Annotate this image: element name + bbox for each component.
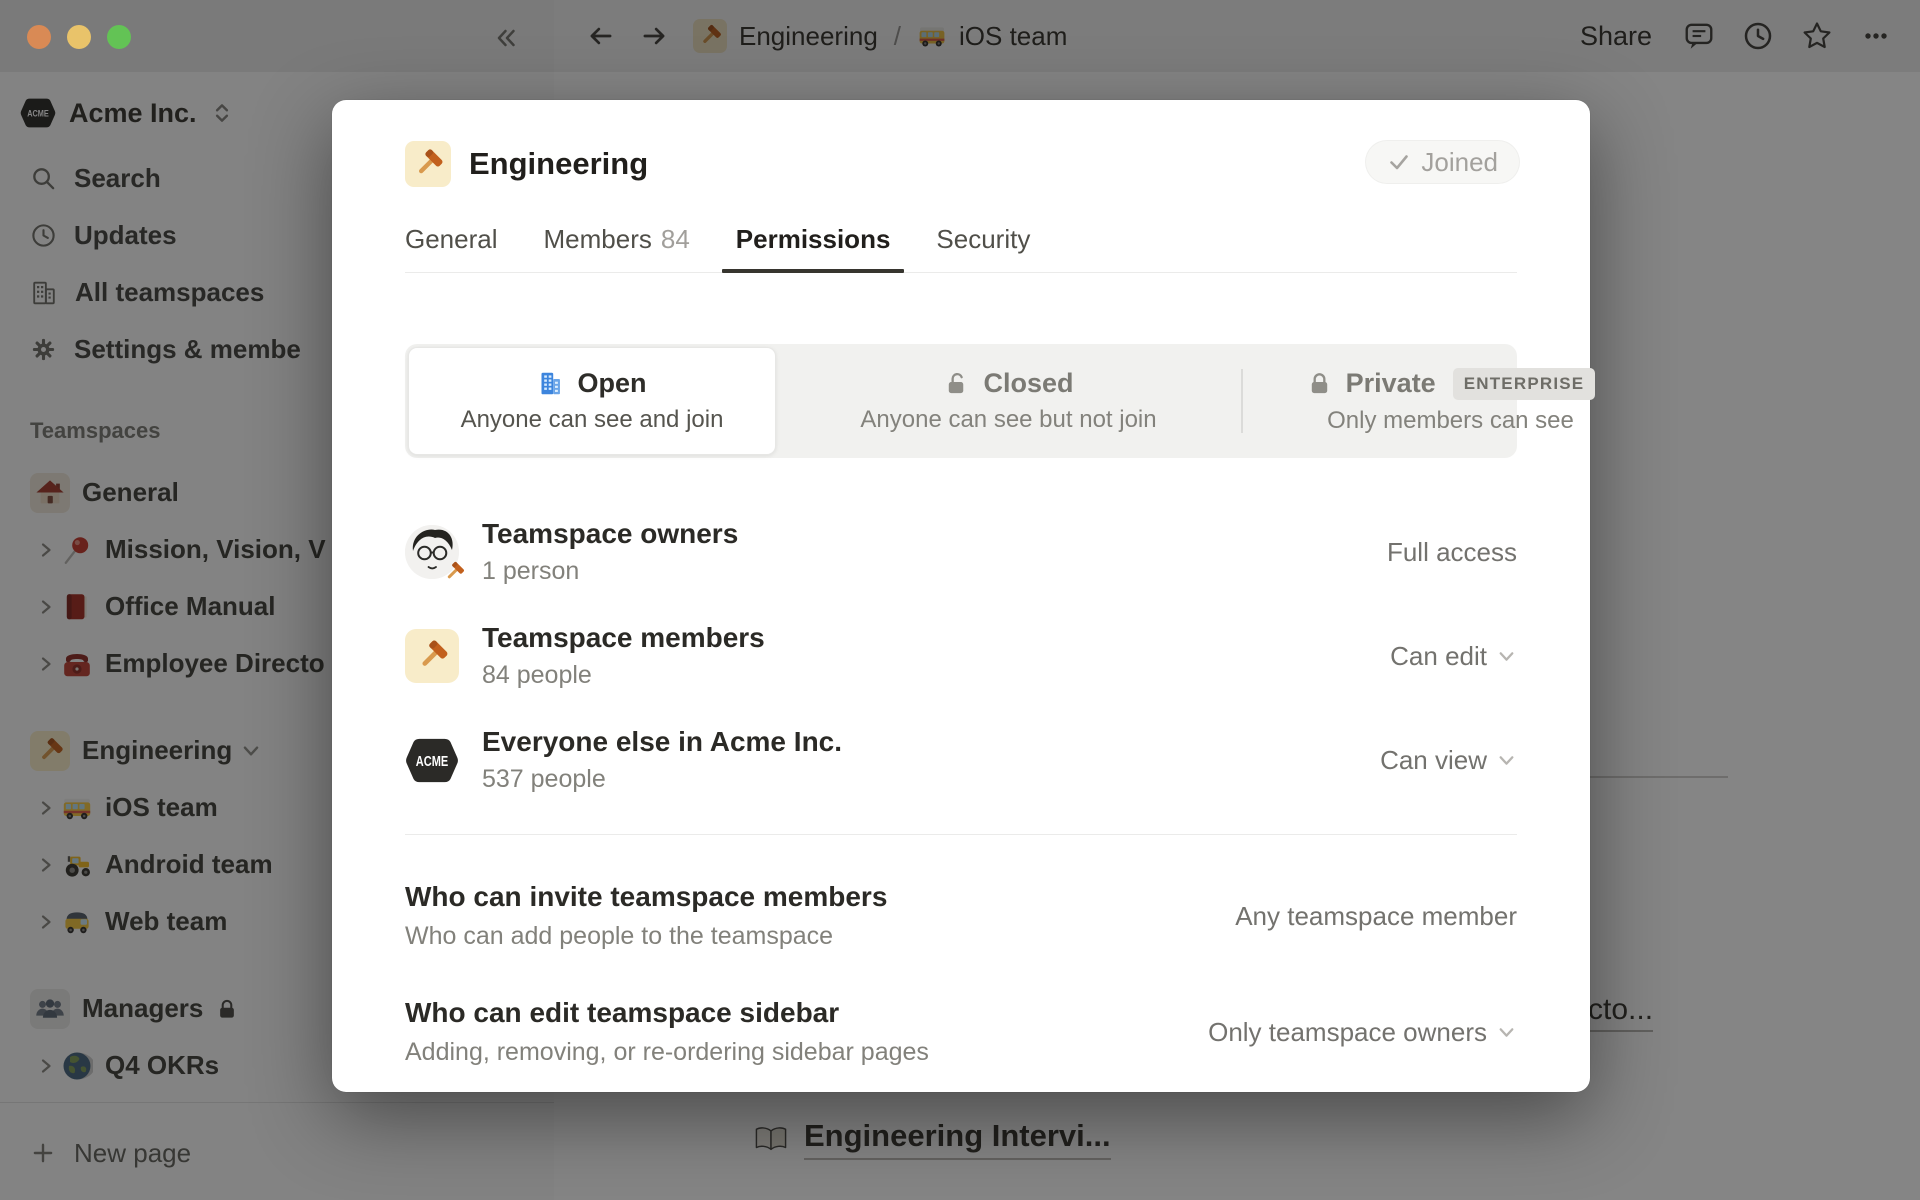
modal-tabs: General Members84 Permissions Security — [405, 224, 1517, 273]
acme-logo-icon — [405, 737, 459, 784]
lock-icon — [1306, 370, 1333, 397]
access-option-desc: Only members can see — [1327, 407, 1574, 435]
minimize-window-button[interactable] — [67, 25, 91, 49]
group-row-owners: Teamspace owners 1 person Full access — [405, 500, 1517, 604]
edit-sidebar-permission-dropdown[interactable]: Only teamspace owners — [1208, 1017, 1517, 1048]
members-count: 84 — [661, 224, 690, 255]
owners-access-level: Full access — [1387, 537, 1517, 568]
access-option-desc: Anyone can see but not join — [860, 406, 1156, 434]
members-access-dropdown[interactable]: Can edit — [1390, 641, 1517, 672]
chevron-down-icon — [1496, 1022, 1517, 1043]
setting-subtitle: Adding, removing, or re-ordering sidebar… — [405, 1038, 929, 1067]
access-option-open[interactable]: Open Anyone can see and join — [408, 347, 776, 455]
check-icon — [1387, 150, 1411, 174]
modal-header: Engineering — [405, 140, 1517, 188]
access-option-private[interactable]: Private ENTERPRISE Only members can see — [1242, 344, 1659, 458]
setting-row-edit-sidebar: Who can edit teamspace sidebar Adding, r… — [405, 987, 1517, 1077]
joined-label: Joined — [1421, 147, 1498, 178]
everyone-access-dropdown[interactable]: Can view — [1380, 745, 1517, 776]
access-option-title: Closed — [983, 368, 1073, 399]
modal-title: Engineering — [469, 146, 648, 182]
access-option-title: Private — [1346, 368, 1436, 399]
access-level-selector: Open Anyone can see and join Closed Anyo… — [405, 344, 1517, 458]
chevron-down-icon — [1496, 750, 1517, 771]
group-subtitle: 84 people — [482, 661, 1390, 690]
close-window-button[interactable] — [27, 25, 51, 49]
window-controls — [0, 25, 131, 49]
group-subtitle: 537 people — [482, 765, 1380, 794]
access-option-closed[interactable]: Closed Anyone can see but not join — [776, 344, 1241, 458]
unlock-icon — [943, 370, 970, 397]
zoom-window-button[interactable] — [107, 25, 131, 49]
tab-members[interactable]: Members84 — [544, 224, 690, 272]
teamspace-settings-modal: Engineering Joined General Members84 Per… — [332, 100, 1590, 1092]
setting-title: Who can edit teamspace sidebar — [405, 997, 929, 1029]
hammer-icon — [443, 561, 465, 583]
tab-general[interactable]: General — [405, 224, 498, 272]
owner-avatar — [405, 525, 459, 579]
joined-button[interactable]: Joined — [1365, 140, 1520, 184]
group-row-members: Teamspace members 84 people Can edit — [405, 604, 1517, 708]
setting-title: Who can invite teamspace members — [405, 881, 887, 913]
group-row-everyone: Everyone else in Acme Inc. 537 people Ca… — [405, 708, 1517, 812]
hammer-icon — [405, 629, 459, 683]
tab-security[interactable]: Security — [936, 224, 1030, 272]
group-subtitle: 1 person — [482, 557, 1387, 586]
chevron-down-icon — [1496, 646, 1517, 667]
access-option-title: Open — [577, 368, 646, 399]
group-title: Everyone else in Acme Inc. — [482, 726, 1380, 758]
access-option-desc: Anyone can see and join — [461, 406, 724, 434]
tab-permissions[interactable]: Permissions — [736, 224, 891, 272]
invite-permission-dropdown[interactable]: Any teamspace member — [1235, 901, 1517, 932]
modal-section-divider — [405, 834, 1517, 835]
setting-row-invite: Who can invite teamspace members Who can… — [405, 871, 1517, 961]
group-title: Teamspace owners — [482, 518, 1387, 550]
enterprise-badge: ENTERPRISE — [1453, 368, 1596, 400]
group-title: Teamspace members — [482, 622, 1390, 654]
hammer-icon — [405, 141, 451, 187]
blue-building-icon — [537, 370, 564, 397]
permission-groups: Teamspace owners 1 person Full access Te… — [405, 500, 1517, 812]
setting-subtitle: Who can add people to the teamspace — [405, 922, 887, 951]
